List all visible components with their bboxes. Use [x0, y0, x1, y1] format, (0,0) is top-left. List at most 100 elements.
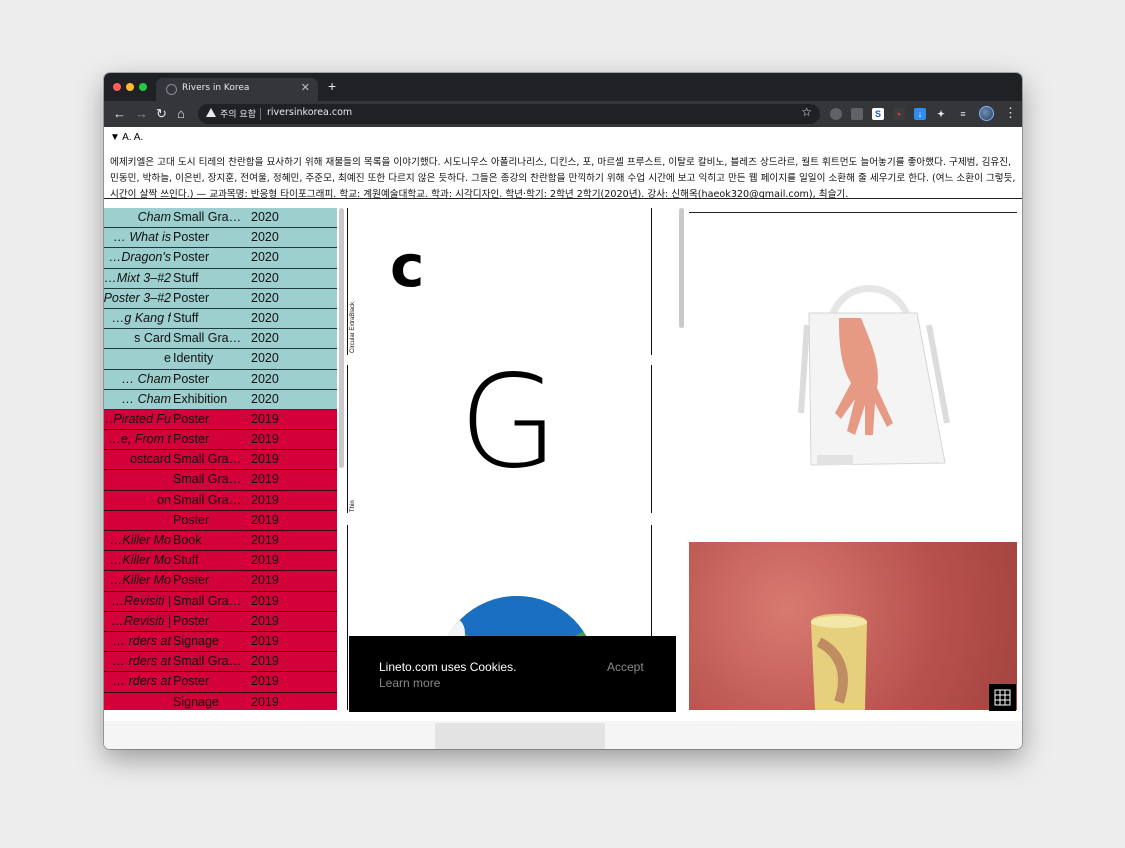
close-tab-icon[interactable]: ✕ [301, 81, 310, 94]
project-type: Poster [173, 613, 210, 628]
image-column [689, 208, 1017, 710]
address-bar[interactable]: 주의 요함 riversinkorea.com ☆ [198, 104, 820, 124]
project-title[interactable]: rders at … [104, 632, 171, 651]
translate-extension-icon[interactable] [830, 108, 842, 120]
project-row[interactable]: e Identity 2020 [104, 349, 337, 370]
forward-arrow-icon[interactable]: → [135, 105, 148, 123]
project-type: Poster [173, 290, 210, 305]
page-content: ▼ A. A. 에제키엘은 고대 도시 티레의 찬란함을 묘사하기 위해 재물들… [104, 127, 1022, 749]
project-row[interactable]: Cham … Poster 2020 [104, 369, 337, 390]
project-title[interactable]: | Revisiti… [104, 612, 171, 631]
project-title[interactable]: rders at … [104, 652, 171, 671]
project-row[interactable]: Killer Mo… Poster 2019 [104, 571, 337, 592]
project-row[interactable]: Killer Mo… Book 2019 [104, 531, 337, 552]
project-list: Cham Small Gra… 2020 What is … Poster 2020 Dra… [104, 208, 337, 710]
project-row[interactable]: rders at … Signage 2019 [104, 631, 337, 653]
reload-icon[interactable]: ↻ [156, 105, 167, 123]
project-row[interactable]: rders at … Poster 2019 [104, 672, 337, 693]
project-row[interactable]: #2–3 Poster Poster 2020 [104, 288, 337, 309]
white-bag-image[interactable] [689, 213, 1017, 540]
project-title[interactable]: e [104, 349, 171, 368]
project-year: 2020 [251, 331, 279, 346]
globe-icon [166, 84, 177, 95]
security-label[interactable]: 주의 요함 [220, 107, 256, 120]
project-title[interactable]: | Revisiti… [104, 592, 171, 611]
project-title[interactable]: ostcard [104, 450, 171, 469]
project-row[interactable]: on Small Gra… 2019 [104, 490, 337, 511]
project-title[interactable]: Dragon's… [104, 248, 171, 267]
close-window-button[interactable] [113, 83, 121, 91]
project-row[interactable]: Small Gra… 2019 [104, 470, 337, 491]
project-row[interactable]: Pirated Fu…Poster 2019 [104, 409, 337, 431]
project-type: Small Gra… [173, 210, 242, 224]
tab-rivers-in-korea[interactable]: Rivers in Korea ✕ [156, 78, 318, 101]
menu-dots-icon[interactable]: ⋮ [1004, 105, 1017, 121]
url-text[interactable]: riversinkorea.com [267, 107, 352, 118]
project-row[interactable]: #2–3 Mixt… Stuff 2020 [104, 268, 337, 289]
project-row[interactable]: ostcard Small Gra… 2019 [104, 450, 337, 471]
project-title[interactable]: e, From t… [104, 430, 171, 449]
project-row[interactable]: Killer Mo… Stuff 2019 [104, 551, 337, 572]
specimen-glyph: G [459, 348, 559, 497]
project-row[interactable]: Cham … Exhibition 2020 [104, 389, 337, 410]
learn-more-link[interactable]: Learn more [379, 676, 440, 690]
project-row[interactable]: | Revisiti… Poster 2019 [104, 611, 337, 632]
project-type: Signage [173, 633, 219, 648]
project-row[interactable]: e, From t… Poster 2019 [104, 430, 337, 451]
project-title[interactable]: g Kang f… [104, 309, 171, 328]
project-year: 2020 [251, 310, 279, 325]
zoom-window-button[interactable] [139, 83, 147, 91]
grid-view-button[interactable] [989, 684, 1016, 711]
project-row[interactable]: What is … Poster 2020 [104, 228, 337, 249]
project-year: 2019 [251, 633, 279, 648]
project-row[interactable]: Dragon's… Poster 2020 [104, 248, 337, 269]
record-extension-icon[interactable]: • [893, 108, 905, 120]
project-row[interactable]: Signage 2019 [104, 692, 337, 710]
font-size-controls[interactable]: ▼ A. A. [110, 132, 143, 143]
project-type: Small Gra… [173, 452, 242, 467]
project-title[interactable]: Pirated Fu… [104, 410, 171, 429]
warning-icon[interactable] [206, 108, 216, 117]
project-row[interactable]: | Revisiti… Small Gra… 2019 [104, 591, 337, 612]
project-year: 2019 [251, 694, 279, 709]
project-row[interactable]: g Kang f… Stuff 2020 [104, 308, 337, 330]
back-arrow-icon[interactable]: ← [113, 105, 126, 123]
project-title[interactable]: #2–3 Mixt… [104, 269, 171, 288]
home-icon[interactable]: ⌂ [177, 105, 185, 123]
project-row[interactable]: Cham Small Gra… 2020 [104, 208, 337, 229]
project-row[interactable]: rders at … Small Gra… 2019 [104, 652, 337, 673]
project-title[interactable]: Cham … [104, 370, 171, 389]
intro-divider [104, 198, 1022, 199]
project-title[interactable]: Killer Mo… [104, 571, 171, 590]
project-title[interactable]: on [104, 491, 171, 510]
s-extension-icon[interactable]: S [872, 108, 884, 120]
project-title[interactable]: Cham … [104, 390, 171, 409]
project-type: Poster [173, 250, 210, 265]
list-scrollbar[interactable] [339, 208, 344, 468]
project-title[interactable]: s Card [104, 329, 171, 348]
project-row[interactable]: Poster 2019 [104, 510, 337, 531]
accept-cookies-button[interactable]: Accept [607, 660, 644, 674]
project-type: Small Gra… [173, 331, 242, 346]
horizontal-scrollbar-thumb[interactable] [435, 723, 605, 749]
ceramic-vase-image[interactable] [689, 542, 1017, 710]
project-title[interactable]: Killer Mo… [104, 531, 171, 550]
project-year: 2019 [251, 411, 279, 426]
camera-extension-icon[interactable] [851, 108, 863, 120]
minimize-window-button[interactable] [126, 83, 134, 91]
profile-avatar[interactable] [979, 106, 994, 121]
puzzle-extensions-icon[interactable]: ✦ [935, 108, 947, 120]
project-title[interactable]: rders at … [104, 672, 171, 691]
specimen-scrollbar[interactable] [679, 208, 684, 328]
bookmark-star-icon[interactable]: ☆ [801, 105, 812, 119]
download-extension-icon[interactable]: ↓ [914, 108, 926, 120]
project-title[interactable]: What is … [104, 228, 171, 247]
project-row[interactable]: s Card Small Gra… 2020 [104, 329, 337, 350]
project-title[interactable]: #2–3 Poster [104, 289, 171, 308]
project-title[interactable]: Cham [104, 208, 171, 227]
project-type: Signage [173, 694, 219, 709]
project-title[interactable]: Killer Mo… [104, 551, 171, 570]
new-tab-button[interactable]: + [328, 78, 336, 94]
project-type: Small Gra… [173, 593, 242, 608]
reading-list-icon[interactable]: ≡ [957, 108, 969, 120]
